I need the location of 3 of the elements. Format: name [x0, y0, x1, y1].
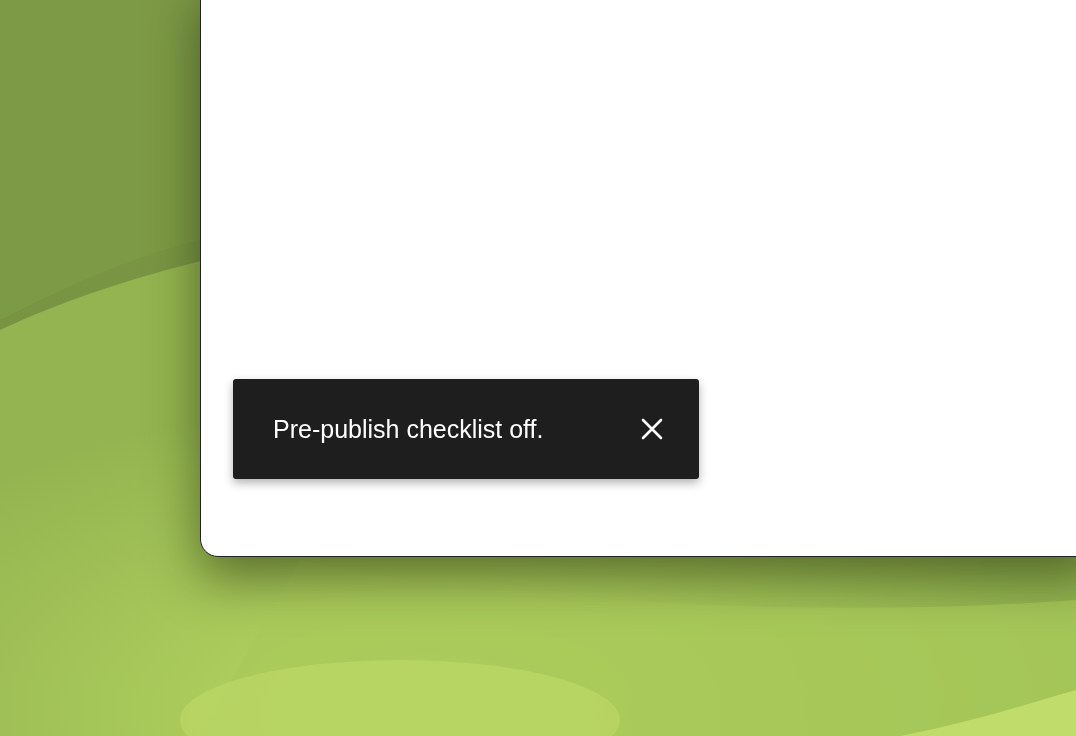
close-icon [641, 418, 663, 440]
snackbar-message: Pre-publish checklist off. [273, 414, 544, 444]
close-button[interactable] [641, 418, 663, 440]
